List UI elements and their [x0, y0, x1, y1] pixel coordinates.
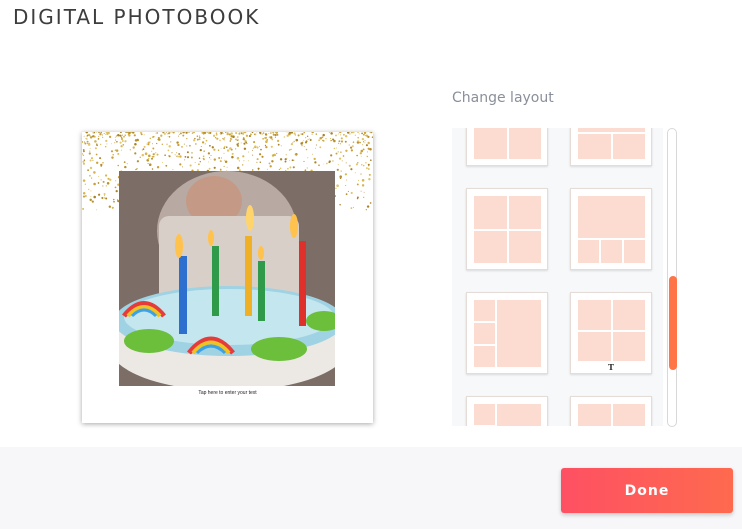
photobook-page[interactable]: Tap here to enter your text — [82, 132, 373, 423]
caption-placeholder[interactable]: Tap here to enter your text — [82, 390, 373, 396]
layout-picker: T — [452, 128, 663, 426]
app-title: DIGITAL PHOTOBOOK — [13, 5, 261, 29]
layout-option-left-strip[interactable] — [466, 396, 548, 426]
layout-option-top-plus-three[interactable] — [570, 188, 652, 270]
text-block-marker: T — [608, 362, 614, 372]
layout-option-grid[interactable] — [570, 396, 652, 426]
layout-scrollbar-thumb[interactable] — [669, 276, 677, 370]
layout-option-with-text[interactable]: T — [570, 292, 652, 374]
layout-option-top-plus-two[interactable] — [570, 128, 652, 166]
layout-option-left-three-right-one[interactable] — [466, 292, 548, 374]
birthday-cake-photo[interactable] — [119, 171, 335, 386]
layout-option-2x2-grid[interactable] — [466, 188, 548, 270]
change-layout-label: Change layout — [452, 90, 554, 106]
layout-option-2x2[interactable] — [466, 128, 548, 166]
done-button[interactable]: Done — [561, 468, 733, 513]
